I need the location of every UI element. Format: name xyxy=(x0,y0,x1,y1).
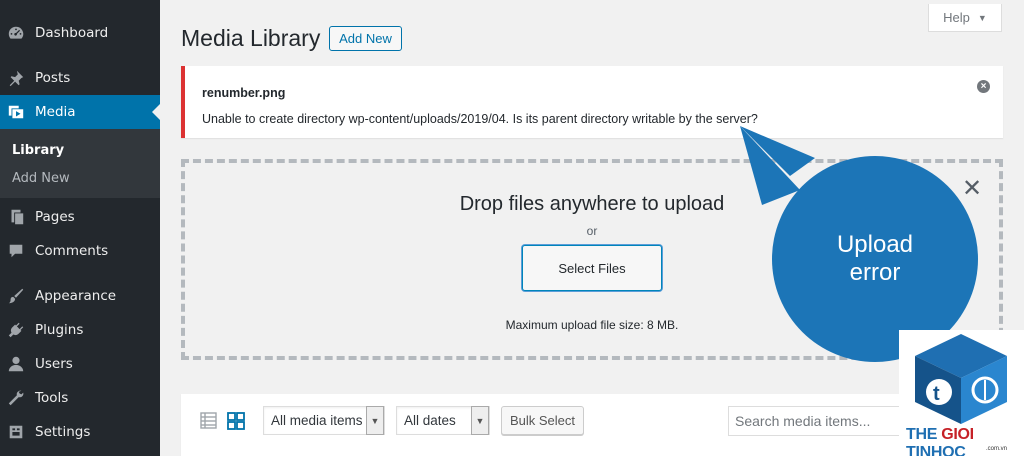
dismiss-icon[interactable]: × xyxy=(977,80,990,93)
help-tab[interactable]: Help ▼ xyxy=(928,4,1002,32)
logo-word-gioi: GIOI xyxy=(941,426,974,443)
pin-icon xyxy=(7,69,25,87)
grid-view-icon[interactable] xyxy=(227,412,245,430)
search-input[interactable]: Search media items... xyxy=(728,406,908,436)
comment-icon xyxy=(7,242,25,260)
drop-instructions: Drop files anywhere to upload xyxy=(459,193,725,215)
logo-domain: .com.vn xyxy=(986,446,1008,452)
select-files-button[interactable]: Select Files xyxy=(522,245,662,291)
svg-text:t: t xyxy=(933,383,940,405)
error-filename: renumber.png xyxy=(202,86,286,100)
brush-icon xyxy=(7,287,25,305)
sidebar-item-media[interactable]: Media xyxy=(0,95,160,129)
error-message: Unable to create directory wp-content/up… xyxy=(202,112,758,126)
media-submenu: Library Add New xyxy=(0,129,160,198)
chevron-down-icon: ▼ xyxy=(366,406,384,435)
media-type-filter-value: All media items xyxy=(271,413,363,428)
wrench-icon xyxy=(7,389,25,407)
sidebar-item-comments[interactable]: Comments xyxy=(0,234,160,268)
bulk-select-button[interactable]: Bulk Select xyxy=(501,406,584,435)
sidebar-item-label: Dashboard xyxy=(35,25,109,41)
chevron-down-icon: ▼ xyxy=(471,406,489,435)
sidebar-item-label: Users xyxy=(35,356,73,372)
add-new-button[interactable]: Add New xyxy=(329,26,402,51)
date-filter-value: All dates xyxy=(404,413,456,428)
page-title: Media Library xyxy=(181,25,321,51)
sidebar-item-dashboard[interactable]: Dashboard xyxy=(0,16,160,50)
logo-word-tinhoc: TINHOC xyxy=(906,444,966,456)
user-icon xyxy=(7,355,25,373)
sidebar-item-tools[interactable]: Tools xyxy=(0,381,160,415)
sidebar-item-users[interactable]: Users xyxy=(0,347,160,381)
logo-cube-icon: t xyxy=(915,334,1007,424)
caret-down-icon: ▼ xyxy=(977,12,987,23)
logo-word-the: THE xyxy=(906,426,942,443)
max-upload-size: Maximum upload file size: 8 MB. xyxy=(505,318,679,332)
sidebar-item-posts[interactable]: Posts xyxy=(0,61,160,95)
sidebar-item-label: Comments xyxy=(35,243,109,259)
sidebar-item-label: Settings xyxy=(35,424,91,440)
sidebar-item-settings[interactable]: Settings xyxy=(0,415,160,449)
list-view-icon[interactable] xyxy=(200,412,217,429)
sidebar-item-label: Media xyxy=(35,104,76,120)
sidebar-item-label: Appearance xyxy=(35,288,117,304)
media-type-filter[interactable]: All media items ▼ xyxy=(263,406,385,435)
upload-error-notice: renumber.png Unable to create directory … xyxy=(181,66,1003,138)
settings-icon xyxy=(7,423,25,441)
submenu-item-add-new[interactable]: Add New xyxy=(12,171,70,186)
media-icon xyxy=(7,103,25,121)
sidebar-item-label: Tools xyxy=(35,390,69,406)
submenu-item-library[interactable]: Library xyxy=(12,143,64,158)
callout-line-1: Upload xyxy=(836,231,914,258)
sidebar-item-label: Posts xyxy=(35,70,71,86)
dashboard-icon xyxy=(7,24,25,42)
sidebar-item-appearance[interactable]: Appearance xyxy=(0,279,160,313)
callout-line-2: error xyxy=(849,259,901,286)
help-label: Help xyxy=(943,10,970,25)
date-filter[interactable]: All dates ▼ xyxy=(396,406,490,435)
